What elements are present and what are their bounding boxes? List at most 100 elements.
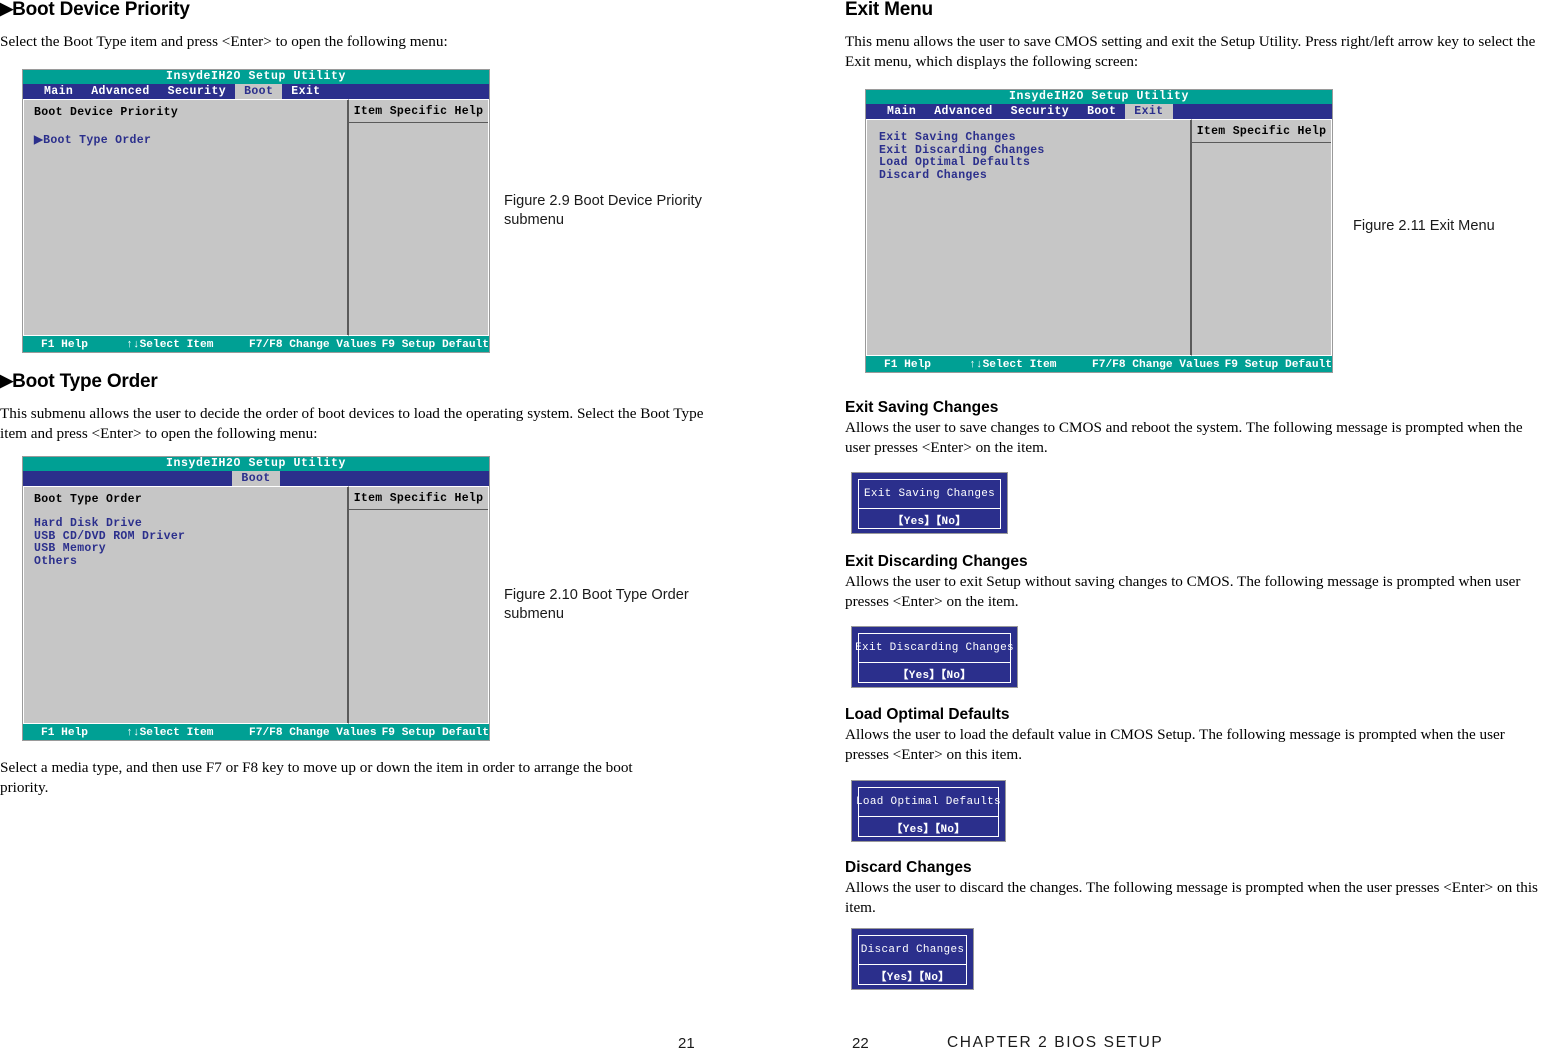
- bios-menu-item-exit[interactable]: Exit: [282, 84, 329, 99]
- footer-key-enter-submenu[interactable]: Enter Select▶Sub-Menu: [238, 352, 375, 353]
- dialog-exit-discarding-changes: Exit Discarding Changes 【Yes】【No】: [851, 626, 1018, 688]
- paragraph-discard-changes: Allows the user to discard the changes. …: [845, 879, 1538, 917]
- dialog-inner-frame-2: Exit Discarding Changes 【Yes】【No】: [855, 633, 1014, 684]
- bios-title-bar-3: InsydeIH2O Setup Utility: [866, 90, 1332, 104]
- bios-menu-item-boot-2[interactable]: Boot: [232, 471, 280, 486]
- dialog-message-exit-saving-changes: Exit Saving Changes: [859, 480, 1000, 509]
- footer2-key-change-values[interactable]: F7/F8 Change Values: [249, 726, 382, 740]
- dialog-buttons-discard-changes[interactable]: 【Yes】【No】: [859, 965, 966, 986]
- dialog-buttons-load-optimal-defaults[interactable]: 【Yes】【No】: [859, 817, 998, 838]
- footer-key-change-values[interactable]: F7/F8 Change Values: [249, 338, 382, 352]
- bios-pane-heading: Boot Device Priority: [34, 106, 179, 119]
- dialog-message-load-optimal-defaults: Load Optimal Defaults: [856, 788, 1001, 817]
- paragraph-load-optimal-defaults: Allows the user to load the default valu…: [845, 726, 1505, 764]
- page-title-exit-menu: Exit Menu: [845, 0, 933, 20]
- bios-list-item-load-optimal-defaults[interactable]: Load Optimal Defaults: [879, 157, 1191, 170]
- dialog-exit-saving-changes: Exit Saving Changes 【Yes】【No】: [851, 472, 1008, 534]
- heading-text-2: Boot Type Order: [12, 371, 158, 392]
- footer-key-select-menu[interactable]: ↔Select Menu: [122, 352, 238, 353]
- footer3-key-enter-submenu[interactable]: Enter Select▶Sub-Menu: [1081, 372, 1218, 373]
- bios-title-bar: InsydeIH2O Setup Utility: [23, 70, 489, 84]
- bios-screen-exit-menu: InsydeIH2O Setup Utility Main Advanced S…: [865, 89, 1333, 373]
- footer3-key-save-and-exit[interactable]: F10 Save and Exit: [1218, 372, 1332, 373]
- triangle-bullet-icon: ▶: [0, 0, 13, 18]
- footer2-key-select-menu[interactable]: ↔Select Menu: [122, 740, 238, 741]
- page-title-boot-type-order: ▶Boot Type Order: [0, 371, 712, 393]
- page-number-right: 22: [852, 1035, 869, 1052]
- bios-menu-item-exit-3[interactable]: Exit: [1125, 104, 1173, 119]
- intro-paragraph-2: This submenu allows the user to decide t…: [0, 404, 704, 442]
- paragraph-exit-discarding-changes: Allows the user to exit Setup without sa…: [845, 573, 1521, 611]
- bios-settings-pane: Boot Device Priority ▶Boot Type Order: [23, 99, 348, 336]
- bios-list-item-others[interactable]: Others: [34, 555, 348, 569]
- bios-menu-item-boot[interactable]: Boot: [235, 84, 283, 99]
- dialog-message-exit-discarding-changes: Exit Discarding Changes: [855, 634, 1014, 663]
- dialog-buttons-exit-discarding-changes[interactable]: 【Yes】【No】: [859, 663, 1010, 684]
- dialog-message-discard-changes: Discard Changes: [859, 936, 966, 965]
- bios-menu-bar: Main Advanced Security Boot Exit: [23, 84, 489, 99]
- dialog-inner-frame: Exit Saving Changes 【Yes】【No】: [858, 479, 1001, 529]
- bios-list-item-exit-saving-changes[interactable]: Exit Saving Changes: [879, 131, 1191, 145]
- subheading-load-optimal-defaults: Load Optimal Defaults: [845, 706, 1010, 723]
- page-number-left: 21: [678, 1035, 695, 1052]
- bios-settings-pane-3: Exit Saving Changes Exit Discarding Chan…: [866, 119, 1191, 356]
- figure-caption-2-9: Figure 2.9 Boot Device Priority submenu: [504, 193, 702, 229]
- bios-body-3: Exit Saving Changes Exit Discarding Chan…: [866, 119, 1332, 356]
- bios-menu-item-security-3[interactable]: Security: [1002, 104, 1078, 119]
- bios-list-item-discard-changes[interactable]: Discard Changes: [879, 169, 1191, 183]
- footer2-key-esc-exit[interactable]: ESC Exit: [23, 740, 122, 741]
- bios-menu-item-security[interactable]: Security: [159, 84, 235, 99]
- dialog-buttons-exit-saving-changes[interactable]: 【Yes】【No】: [859, 509, 1000, 530]
- triangle-bullet-icon-2: ▶: [0, 371, 13, 390]
- footer2-key-setup-default[interactable]: F9 Setup Default: [382, 726, 489, 740]
- bios-footer-3: F1 Help ↑↓Select Item F7/F8 Change Value…: [866, 356, 1332, 373]
- footer-key-save-and-exit[interactable]: F10 Save and Exit: [375, 352, 489, 353]
- bios-footer: F1 Help ↑↓Select Item F7/F8 Change Value…: [23, 336, 489, 353]
- bios-footer-2-row-2: ESC Exit ↔Select Menu Enter Select▶Sub-M…: [23, 740, 489, 741]
- heading-text: Boot Device Priority: [12, 0, 190, 20]
- left-page: ▶Boot Device Priority Select the Boot Ty…: [0, 0, 780, 1053]
- item-specific-help-body-2: [349, 510, 488, 723]
- footer2-key-save-and-exit[interactable]: F10 Save and Exit: [375, 740, 489, 741]
- bios-list-item-usb-memory[interactable]: USB Memory: [34, 543, 348, 556]
- footer3-key-setup-default[interactable]: F9 Setup Default: [1225, 358, 1332, 372]
- footer2-key-enter-submenu[interactable]: Enter Select▶Sub-Menu: [238, 740, 375, 741]
- chapter-footer: CHAPTER 2 BIOS SETUP: [947, 1034, 1164, 1051]
- bios-menu-item-main-3[interactable]: Main: [878, 104, 925, 119]
- bios-screen-boot-device-priority: InsydeIH2O Setup Utility Main Advanced S…: [22, 69, 490, 353]
- exit-menu-intro-paragraph: This menu allows the user to save CMOS s…: [845, 32, 1536, 70]
- figure-caption-2-11: Figure 2.11 Exit Menu: [1353, 218, 1495, 234]
- item-specific-help-title-3: Item Specific Help: [1192, 120, 1331, 143]
- subheading-exit-discarding-changes: Exit Discarding Changes: [845, 553, 1028, 570]
- figure-caption-2-10: Figure 2.10 Boot Type Order submenu: [504, 587, 689, 623]
- footer3-key-select-item[interactable]: ↑↓Select Item: [969, 358, 1092, 372]
- bios-pane-heading-2: Boot Type Order: [34, 493, 143, 506]
- footer2-key-f1-help[interactable]: F1 Help: [23, 726, 126, 740]
- bios-footer-3-row-2: ESC Exit ↔Select Menu Enter Select▶Sub-M…: [866, 372, 1332, 373]
- footer3-key-f1-help[interactable]: F1 Help: [866, 358, 969, 372]
- bios-footer-row-1: F1 Help ↑↓Select Item F7/F8 Change Value…: [23, 338, 489, 352]
- bios-menu-item-main[interactable]: Main: [35, 84, 82, 99]
- item-specific-help-body: [349, 123, 488, 335]
- bios-help-pane-2: Item Specific Help: [348, 486, 489, 724]
- footer3-key-change-values[interactable]: F7/F8 Change Values: [1092, 358, 1225, 372]
- footer3-key-esc-exit[interactable]: ESC Exit: [866, 372, 965, 373]
- dialog-inner-frame-3: Load Optimal Defaults 【Yes】【No】: [856, 787, 1001, 838]
- bios-footer-row-2: ESC Exit ↔Select Menu Enter Select▶Sub-M…: [23, 352, 489, 353]
- bios-list-item-boot-type-order[interactable]: ▶Boot Type Order: [24, 119, 348, 147]
- page-title-boot-device-priority: ▶Boot Device Priority: [0, 0, 712, 21]
- bios-menu-item-boot-3[interactable]: Boot: [1078, 104, 1125, 119]
- footer2-key-select-item[interactable]: ↑↓Select Item: [126, 726, 249, 740]
- footer-key-select-item[interactable]: ↑↓Select Item: [126, 338, 249, 352]
- paragraph-exit-saving-changes: Allows the user to save changes to CMOS …: [845, 419, 1523, 457]
- bios-menu-item-advanced-3[interactable]: Advanced: [925, 104, 1001, 119]
- subheading-exit-saving-changes: Exit Saving Changes: [845, 399, 999, 416]
- bios-help-pane-3: Item Specific Help: [1191, 119, 1332, 356]
- footer-key-esc-exit[interactable]: ESC Exit: [23, 352, 122, 353]
- footer-key-setup-default[interactable]: F9 Setup Default: [382, 338, 489, 352]
- bios-list-item-hard-disk-drive[interactable]: Hard Disk Drive: [34, 517, 348, 531]
- bios-menu-item-advanced[interactable]: Advanced: [82, 84, 158, 99]
- bios-screen-boot-type-order: InsydeIH2O Setup Utility Boot Boot Type …: [22, 456, 490, 741]
- footer3-key-select-menu[interactable]: ↔Select Menu: [965, 372, 1081, 373]
- footer-key-f1-help[interactable]: F1 Help: [23, 338, 126, 352]
